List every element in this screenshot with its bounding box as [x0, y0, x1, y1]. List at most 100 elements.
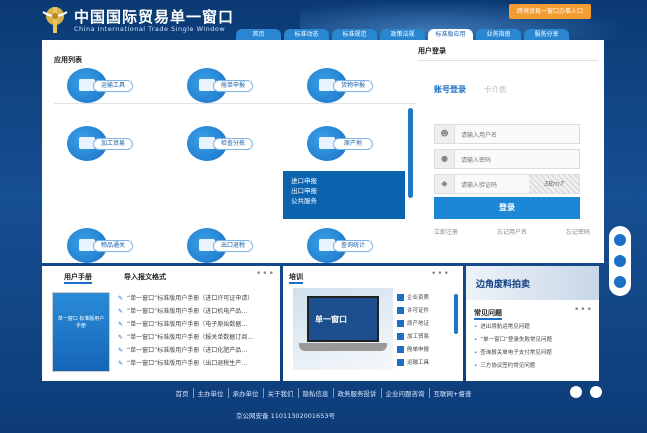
- captcha-image[interactable]: 3Bm7: [529, 175, 579, 193]
- password-field[interactable]: ● 请输入密码: [434, 149, 580, 169]
- app-label: 运输工具: [93, 80, 133, 92]
- site-subtitle: China International Trade Single Window: [74, 25, 226, 33]
- app-label: 物品通关: [93, 240, 133, 252]
- tab-training[interactable]: 培训: [289, 272, 303, 284]
- app-items-clearance[interactable]: 物品通关: [67, 228, 137, 263]
- forgot-password-link[interactable]: 忘记密码: [566, 227, 590, 236]
- app-origin[interactable]: 原产地: [307, 126, 377, 161]
- list-item[interactable]: 舱单申报: [397, 344, 445, 357]
- app-tax-refund[interactable]: 出口退税: [187, 228, 257, 263]
- footer-link[interactable]: 隐私信息: [299, 388, 334, 398]
- app-list-title: 应用列表: [54, 56, 82, 64]
- tab-message-format[interactable]: 导入报文格式: [124, 272, 166, 282]
- list-item[interactable]: “单一窗口”标准版用户手册（电子原始数据…: [118, 318, 278, 331]
- laptop-screen: 单一窗口: [307, 296, 379, 342]
- submenu-import[interactable]: 进口申报: [291, 176, 397, 186]
- list-item[interactable]: 查询报关单电子支付常见问题: [474, 347, 598, 360]
- faq-list: 进出境航运常见问题 “单一窗口”登录失败常见问题 查询报关单电子支付常见问题 三…: [474, 321, 598, 373]
- more-icon[interactable]: •••: [431, 269, 450, 279]
- laptop-screen-text: 单一窗口: [315, 315, 347, 324]
- app-label: 加工贸易: [93, 138, 133, 150]
- list-item[interactable]: “单一窗口”标准版用户手册（进口机电产品…: [118, 305, 278, 318]
- footer-link[interactable]: 承办单位: [229, 388, 264, 398]
- shield-icon: ◆: [435, 175, 455, 193]
- list-item[interactable]: 原产地证: [397, 318, 445, 331]
- auction-banner[interactable]: 边角废料拍卖: [466, 266, 599, 300]
- footer-link[interactable]: 互联网+督查: [430, 388, 476, 398]
- footer-links: 首页 主办单位 承办单位 关于我们 隐私信息 政务服务投诉 企业问题咨询 互联网…: [0, 388, 647, 398]
- captcha-field[interactable]: ◆ 请输入验证码 3Bm7: [434, 174, 580, 194]
- wechat-icon[interactable]: [590, 386, 602, 398]
- app-label: 出口退税: [213, 240, 253, 252]
- list-item[interactable]: 三方协议签约常见问题: [474, 360, 598, 373]
- app-label: 舱单申报: [213, 80, 253, 92]
- list-item[interactable]: 企业资质: [397, 292, 445, 305]
- app-label: 查询统计: [333, 240, 373, 252]
- app-label: 货物申报: [333, 80, 373, 92]
- username-field[interactable]: ☻ 请输入用户名: [434, 124, 580, 144]
- forgot-username-link[interactable]: 忘记用户名: [497, 227, 527, 236]
- password-placeholder: 请输入密码: [461, 157, 492, 164]
- list-item[interactable]: 进出境航运常见问题: [474, 321, 598, 334]
- login-title: 用户登录: [418, 46, 598, 61]
- faq-panel: 边角废料拍卖 常见问题 ••• 进出境航运常见问题 “单一窗口”登录失败常见问题…: [466, 266, 599, 381]
- app-inspection[interactable]: 检查分拣: [187, 126, 257, 161]
- app-download-icon[interactable]: [614, 275, 626, 288]
- app-transport[interactable]: 运输工具: [67, 68, 137, 103]
- submenu-popup: 进口申报 出口申报 公共服务: [283, 171, 405, 219]
- app-label: 原产地: [333, 138, 373, 150]
- customs-emblem-icon: [42, 7, 68, 33]
- site-title: 中国国际贸易单一窗口: [74, 8, 235, 26]
- footer-link[interactable]: 政务服务投诉: [334, 388, 382, 398]
- cross-border-entry-button[interactable]: 跨境贸易一窗口办事入口: [509, 4, 591, 19]
- tab-user-manual[interactable]: 用户手册: [64, 272, 92, 284]
- submenu-public-service[interactable]: 公共服务: [291, 196, 397, 206]
- divider: [54, 103, 416, 104]
- app-processing-trade[interactable]: 加工贸易: [67, 126, 137, 161]
- list-item[interactable]: “单一窗口”标准版用户手册（进口许可证申请）: [118, 292, 278, 305]
- list-item[interactable]: “单一窗口”标准版用户手册（出口退税生产…: [118, 357, 278, 370]
- training-panel: 培训 ••• 单一窗口 企业资质 许可证件 原产地证 加工贸易 舱单申报 运输工…: [283, 266, 463, 381]
- list-item[interactable]: “单一窗口”标准版用户手册（报关单数据订阅…: [118, 331, 278, 344]
- wechat-icon[interactable]: [614, 254, 626, 267]
- app-query-stats[interactable]: 查询统计: [307, 228, 377, 263]
- banner-text: 边角废料拍卖: [476, 280, 531, 290]
- app-goods-declaration[interactable]: 货物申报: [307, 68, 377, 103]
- training-scrollbar[interactable]: [454, 294, 458, 334]
- list-item[interactable]: 许可证件: [397, 305, 445, 318]
- lock-icon: ●: [435, 150, 455, 168]
- user-icon: ☻: [435, 125, 455, 143]
- manual-panel: 用户手册 导入报文格式 ••• 单一窗口 标准版用户手册 “单一窗口”标准版用户…: [42, 266, 280, 381]
- list-item[interactable]: “单一窗口”标准版用户手册（进口化肥产品…: [118, 344, 278, 357]
- list-item[interactable]: 加工贸易: [397, 331, 445, 344]
- list-item[interactable]: “单一窗口”登录失败常见问题: [474, 334, 598, 347]
- manual-cover-image: 单一窗口 标准版用户手册: [52, 292, 110, 372]
- list-item[interactable]: 运输工具: [397, 357, 445, 370]
- manual-list: “单一窗口”标准版用户手册（进口许可证申请） “单一窗口”标准版用户手册（进口机…: [118, 292, 278, 370]
- weibo-icon[interactable]: [570, 386, 582, 398]
- submenu-export[interactable]: 出口申报: [291, 186, 397, 196]
- footer-link[interactable]: 企业问题咨询: [382, 388, 430, 398]
- footer-link[interactable]: 关于我们: [264, 388, 299, 398]
- more-icon[interactable]: •••: [574, 305, 593, 315]
- app-list-scrollbar[interactable]: [408, 108, 413, 198]
- more-icon[interactable]: •••: [256, 269, 275, 279]
- laptop-base: [299, 343, 387, 351]
- tab-card-login[interactable]: 卡介质: [484, 84, 507, 95]
- login-panel: 用户登录 账号登录 卡介质 ☻ 请输入用户名 ● 请输入密码 ◆ 请输入验证码 …: [418, 46, 598, 246]
- footer-link[interactable]: 主办单位: [194, 388, 229, 398]
- manual-cover-title: 单一窗口 标准版用户手册: [57, 316, 105, 329]
- captcha-placeholder: 请输入验证码: [461, 182, 498, 189]
- site-header: 中国国际贸易单一窗口 China International Trade Sin…: [0, 0, 647, 44]
- weibo-icon[interactable]: [614, 234, 626, 247]
- footer-link[interactable]: 首页: [172, 388, 194, 398]
- register-link[interactable]: 立即注册: [434, 227, 458, 236]
- app-manifest[interactable]: 舱单申报: [187, 68, 257, 103]
- training-list: 企业资质 许可证件 原产地证 加工贸易 舱单申报 运输工具: [397, 292, 445, 370]
- tab-account-login[interactable]: 账号登录: [434, 84, 466, 95]
- side-toolbar: [609, 226, 631, 296]
- login-button[interactable]: 登录: [434, 197, 580, 219]
- username-placeholder: 请输入用户名: [461, 132, 498, 139]
- app-label: 检查分拣: [213, 138, 253, 150]
- footer: 首页 主办单位 承办单位 关于我们 隐私信息 政务服务投诉 企业问题咨询 互联网…: [0, 388, 647, 398]
